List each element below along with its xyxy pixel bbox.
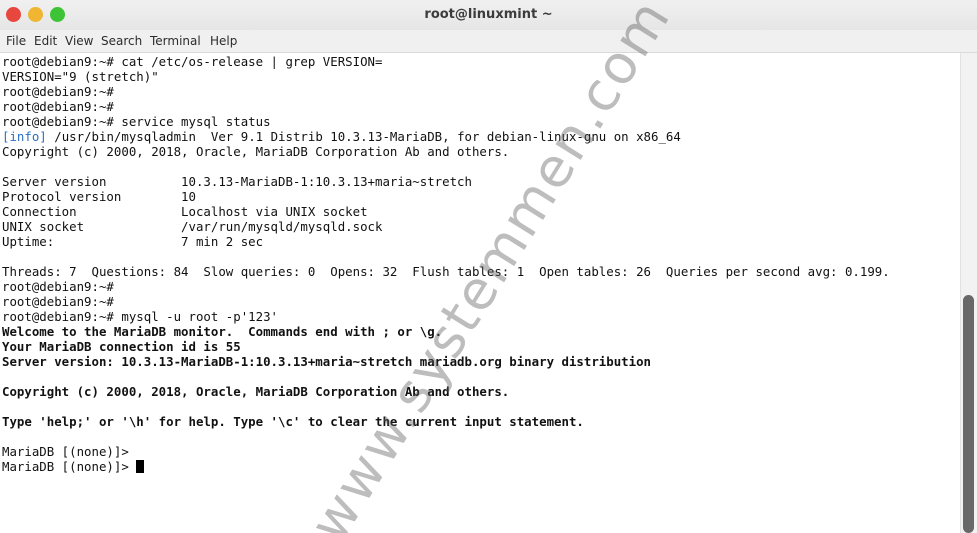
terminal-line: MariaDB [(none)]> bbox=[2, 444, 129, 459]
menu-view[interactable]: View bbox=[65, 30, 93, 52]
terminal-line: Server version 10.3.13-MariaDB-1:10.3.13… bbox=[2, 174, 472, 189]
terminal-line: Threads: 7 Questions: 84 Slow queries: 0… bbox=[2, 264, 890, 279]
terminal-line: Copyright (c) 2000, 2018, Oracle, MariaD… bbox=[2, 144, 510, 159]
info-text: /usr/bin/mysqladmin Ver 9.1 Distrib 10.3… bbox=[54, 129, 681, 144]
terminal-line: root@debian9:~# bbox=[2, 84, 114, 99]
mariadb-prompt: MariaDB [(none)]> bbox=[2, 459, 137, 474]
terminal-line: Connection Localhost via UNIX socket bbox=[2, 204, 368, 219]
terminal-line: Welcome to the MariaDB monitor. Commands… bbox=[2, 324, 443, 339]
menu-terminal[interactable]: Terminal bbox=[150, 30, 201, 52]
terminal-line-info: [info] /usr/bin/mysqladmin Ver 9.1 Distr… bbox=[2, 129, 681, 144]
terminal-prompt-line[interactable]: MariaDB [(none)]> bbox=[2, 459, 145, 474]
menu-help[interactable]: Help bbox=[210, 30, 237, 52]
scrollbar-thumb[interactable] bbox=[963, 295, 974, 533]
terminal-line: Your MariaDB connection id is 55 bbox=[2, 339, 241, 354]
terminal-line: root@debian9:~# bbox=[2, 294, 114, 309]
terminal-line: root@debian9:~# bbox=[2, 279, 114, 294]
terminal-line: UNIX socket /var/run/mysqld/mysqld.sock bbox=[2, 219, 383, 234]
terminal-line: VERSION="9 (stretch)" bbox=[2, 69, 159, 84]
terminal-line: Server version: 10.3.13-MariaDB-1:10.3.1… bbox=[2, 354, 652, 369]
terminal-line: Type 'help;' or '\h' for help. Type '\c'… bbox=[2, 414, 584, 429]
terminal-line: Uptime: 7 min 2 sec bbox=[2, 234, 264, 249]
menu-file[interactable]: File bbox=[6, 30, 26, 52]
info-tag: [info] bbox=[2, 129, 47, 144]
terminal-window: root@linuxmint ~ File Edit View Search T… bbox=[0, 0, 977, 533]
window-title: root@linuxmint ~ bbox=[424, 7, 553, 22]
terminal-line: root@debian9:~# cat /etc/os-release | gr… bbox=[2, 54, 383, 69]
terminal-line: Protocol version 10 bbox=[2, 189, 196, 204]
title-bar[interactable]: root@linuxmint ~ bbox=[0, 0, 977, 30]
terminal-line: root@debian9:~# mysql -u root -p'123' bbox=[2, 309, 279, 324]
menu-search[interactable]: Search bbox=[101, 30, 142, 52]
menu-edit[interactable]: Edit bbox=[34, 30, 57, 52]
terminal-line: root@debian9:~# service mysql status bbox=[2, 114, 271, 129]
terminal-line: root@debian9:~# bbox=[2, 99, 114, 114]
terminal-output[interactable]: root@debian9:~# cat /etc/os-release | gr… bbox=[0, 53, 960, 533]
text-cursor bbox=[136, 460, 145, 473]
terminal-line: Copyright (c) 2000, 2018, Oracle, MariaD… bbox=[2, 384, 510, 399]
menu-bar: File Edit View Search Terminal Help bbox=[0, 30, 977, 53]
